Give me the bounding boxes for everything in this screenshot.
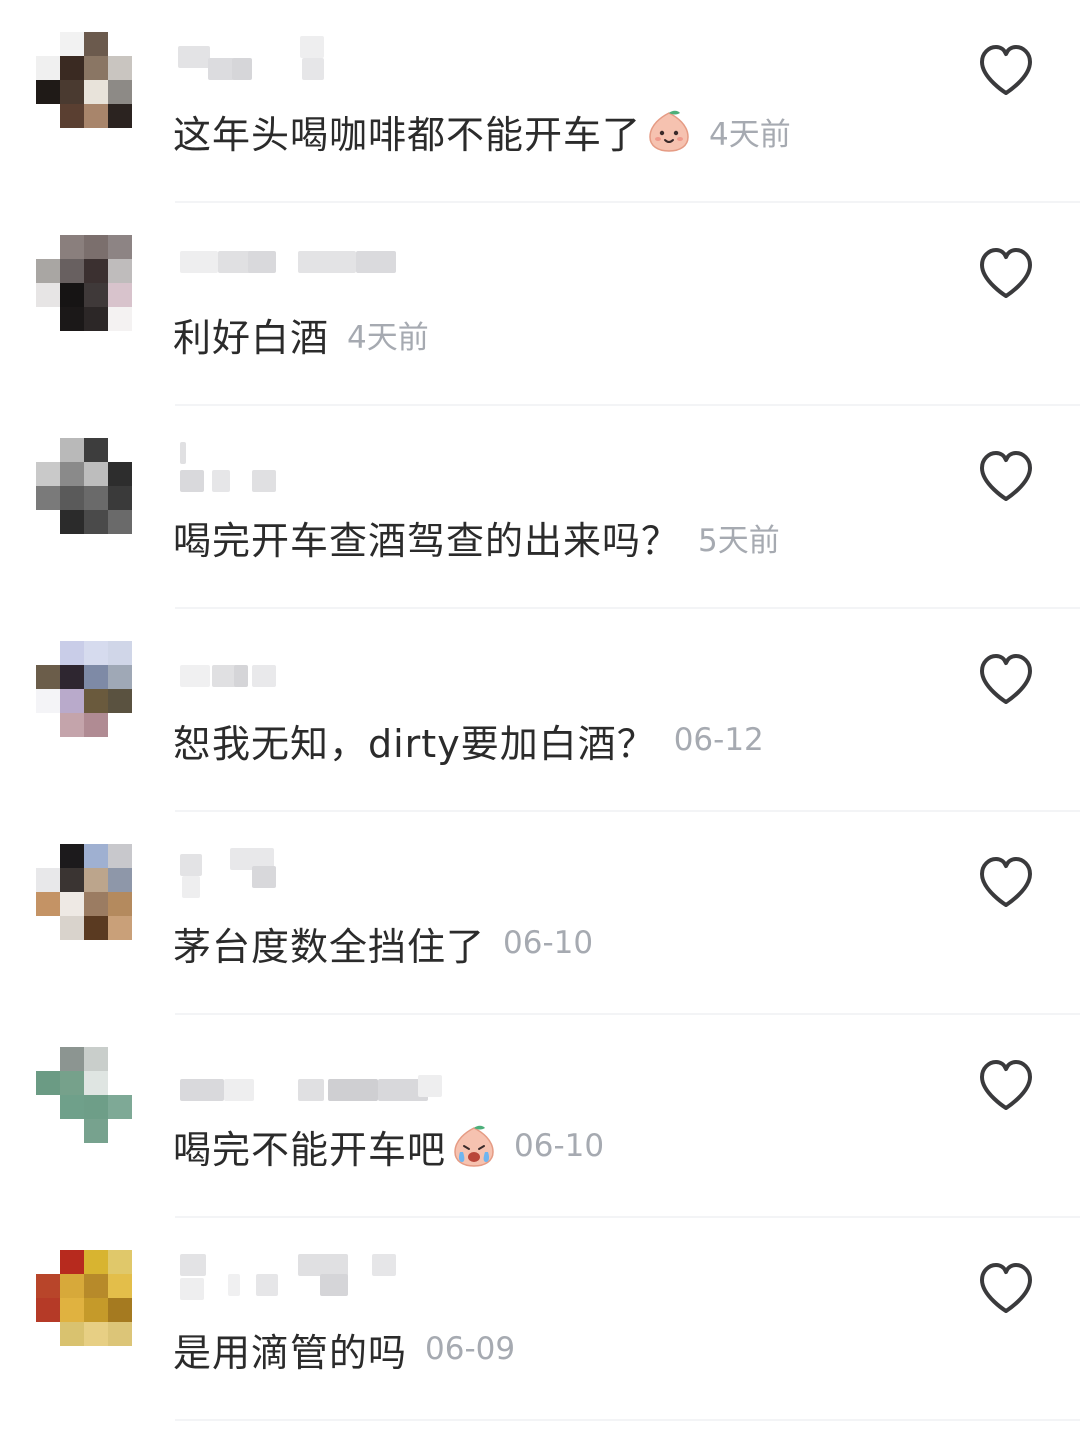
like-heart-icon[interactable] (975, 1258, 1037, 1320)
like-heart-icon[interactable] (975, 852, 1037, 914)
like-heart-icon[interactable] (975, 243, 1037, 305)
user-avatar[interactable] (36, 1047, 132, 1143)
comment-item[interactable]: 是用滴管的吗 06-09 (0, 1218, 1080, 1421)
comment-body: 喝完开车查酒驾查的出来吗？ 5天前 (173, 510, 780, 564)
comment-divider (175, 1419, 1080, 1421)
crying-peach-face-emoji (452, 1124, 496, 1168)
username-blurred[interactable] (178, 1254, 438, 1300)
username-blurred[interactable] (178, 645, 438, 689)
username-blurred[interactable] (178, 1051, 442, 1101)
username-blurred[interactable] (178, 36, 438, 80)
comment-timestamp: 4天前 (709, 116, 791, 153)
comment-timestamp: 4天前 (347, 319, 429, 356)
comment-timestamp: 06-10 (503, 925, 594, 961)
smiling-peach-face-emoji (647, 109, 691, 153)
username-blurred[interactable] (178, 848, 438, 898)
user-avatar[interactable] (36, 438, 132, 534)
comment-body: 这年头喝咖啡都不能开车了 4天前 (173, 104, 791, 158)
comment-timestamp: 06-09 (425, 1331, 516, 1367)
comment-text: 喝完不能开车吧 (173, 1127, 447, 1172)
comment-item[interactable]: 茅台度数全挡住了 06-10 (0, 812, 1080, 1015)
like-heart-icon[interactable] (975, 446, 1037, 508)
comment-item[interactable]: 喝完开车查酒驾查的出来吗？ 5天前 (0, 406, 1080, 609)
like-heart-icon[interactable] (975, 1055, 1037, 1117)
user-avatar[interactable] (36, 235, 132, 331)
comment-timestamp: 5天前 (698, 522, 780, 559)
comment-timestamp: 06-10 (514, 1128, 605, 1164)
comment-text: 这年头喝咖啡都不能开车了 (173, 112, 642, 157)
username-blurred[interactable] (178, 239, 438, 283)
comment-text: 是用滴管的吗 (173, 1330, 408, 1375)
comment-list: 这年头喝咖啡都不能开车了 4天前 利好白酒 4天前 喝完开车查酒驾查的出来吗？ 5天前 恕我… (0, 0, 1080, 1453)
comment-text: 喝完开车查酒驾查的出来吗？ (173, 518, 681, 563)
comment-body: 是用滴管的吗 06-09 (173, 1322, 515, 1376)
comment-text: 利好白酒 (173, 315, 330, 360)
comment-body: 利好白酒 4天前 (173, 307, 429, 361)
comment-text: 茅台度数全挡住了 (173, 924, 486, 969)
comment-item[interactable]: 这年头喝咖啡都不能开车了 4天前 (0, 0, 1080, 203)
user-avatar[interactable] (36, 32, 132, 128)
comment-timestamp: 06-12 (673, 722, 764, 758)
comment-item[interactable]: 利好白酒 4天前 (0, 203, 1080, 406)
comment-body: 喝完不能开车吧 06-10 (173, 1119, 604, 1173)
user-avatar[interactable] (36, 1250, 132, 1346)
user-avatar[interactable] (36, 844, 132, 940)
user-avatar[interactable] (36, 641, 132, 737)
comment-item[interactable]: 喝完不能开车吧 06-10 (0, 1015, 1080, 1218)
comment-text: 恕我无知，dirty要加白酒？ (173, 721, 656, 766)
comment-item[interactable]: 恕我无知，dirty要加白酒？ 06-12 (0, 609, 1080, 812)
comment-body: 茅台度数全挡住了 06-10 (173, 916, 593, 970)
comment-body: 恕我无知，dirty要加白酒？ 06-12 (173, 713, 764, 767)
like-heart-icon[interactable] (975, 649, 1037, 711)
username-blurred[interactable] (178, 442, 438, 492)
like-heart-icon[interactable] (975, 40, 1037, 102)
